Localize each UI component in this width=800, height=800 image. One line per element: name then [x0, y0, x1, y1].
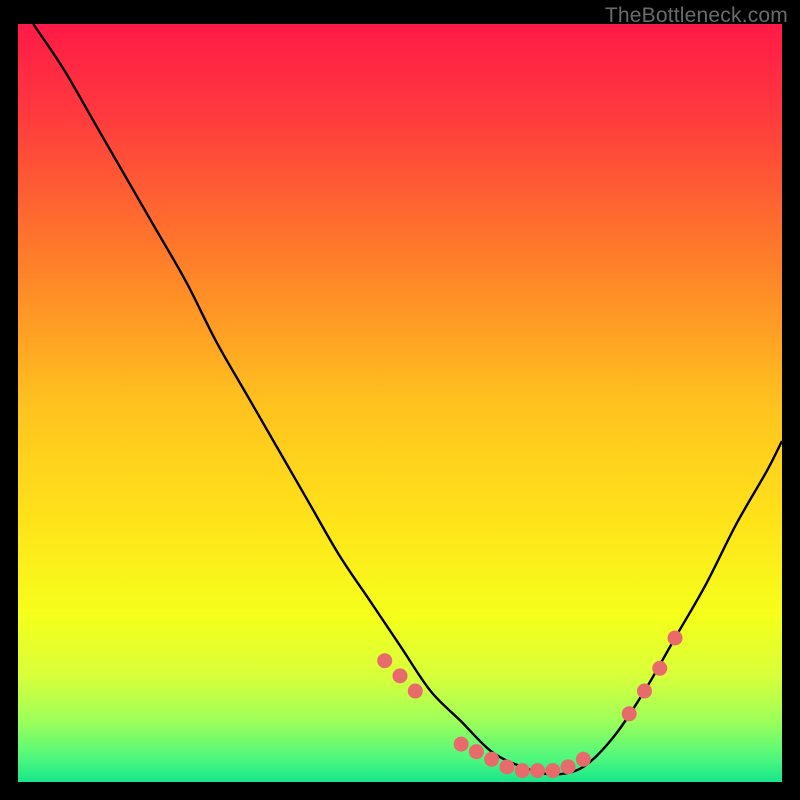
marker-point: [652, 661, 667, 676]
marker-point: [377, 653, 392, 668]
marker-point: [454, 737, 469, 752]
marker-point: [484, 752, 499, 767]
marker-point: [408, 684, 423, 699]
marker-point: [637, 684, 652, 699]
gradient-background: [18, 24, 782, 782]
marker-point: [515, 763, 530, 778]
bottleneck-chart: [18, 24, 782, 782]
marker-point: [622, 706, 637, 721]
marker-point: [545, 763, 560, 778]
marker-point: [530, 763, 545, 778]
marker-point: [469, 744, 484, 759]
chart-frame: [18, 24, 782, 782]
marker-point: [561, 759, 576, 774]
marker-point: [576, 752, 591, 767]
marker-point: [668, 630, 683, 645]
marker-point: [499, 759, 514, 774]
marker-point: [393, 668, 408, 683]
